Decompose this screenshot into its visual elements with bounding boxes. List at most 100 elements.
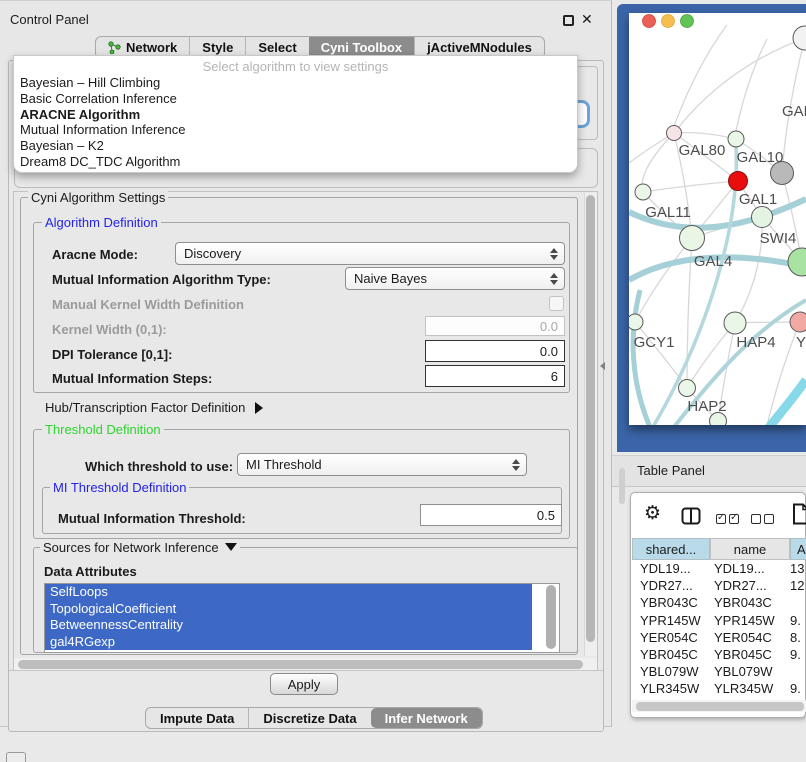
attribute-item-selected[interactable]: SelfLoops [45,584,532,601]
dpi-tolerance-field[interactable]: 0.0 [425,340,565,362]
algorithm-option[interactable]: Bayesian – Hill Climbing [14,75,577,91]
cyni-algorithm-settings-title: Cyni Algorithm Settings [28,191,168,204]
label-gal1: GAL1 [739,191,777,208]
tab-infer-network[interactable]: Infer Network [371,708,482,728]
attributes-list-scrollbar-thumb[interactable] [546,585,556,649]
label-hap4: HAP4 [736,334,775,351]
float-panel-icon[interactable] [563,15,574,26]
network-teal-edges [629,147,806,425]
manual-kernel-width-label: Manual Kernel Width Definition [52,297,244,312]
data-attributes-label: Data Attributes [44,564,137,579]
algorithm-definition-title: Algorithm Definition [42,216,161,229]
node-partial-salmon[interactable] [790,312,806,332]
which-threshold-label: Which threshold to use: [85,459,233,474]
stepper-icon [550,273,564,285]
which-threshold-value: MI Threshold [246,457,322,472]
mi-threshold-field[interactable]: 0.5 [420,504,562,526]
minimize-window-icon[interactable] [662,15,675,28]
algorithm-option[interactable]: Bayesian – K2 [14,138,577,154]
table-row[interactable]: YPR145WYPR145W9. [632,612,806,629]
manual-kernel-width-checkbox[interactable] [549,296,564,311]
node-gcy1[interactable] [629,314,643,330]
settings-horizontal-scrollbar-thumb[interactable] [18,660,583,669]
table-horizontal-scrollbar-thumb[interactable] [636,702,804,711]
kernel-width-field[interactable]: 0.0 [425,316,565,336]
hub-tf-definition-toggle[interactable]: Hub/Transcription Factor Definition [45,400,263,415]
node-partial-top[interactable] [793,26,806,50]
algorithm-option[interactable]: Mutual Information Inference [14,122,577,138]
node-hap4[interactable] [724,312,746,334]
threshold-definition-title: Threshold Definition [42,423,164,436]
algorithm-option-selected[interactable]: ARACNE Algorithm [14,107,577,123]
algorithm-option[interactable]: Dream8 DC_TDC Algorithm [14,154,577,170]
column-header-shared-name[interactable]: shared... [632,538,710,560]
attribute-item-selected[interactable]: gal4RGexp [45,634,532,651]
network-canvas[interactable]: GAL80 GAL10 GAL GAL1 GAL11 SWI4 GAL4 GCY… [629,13,806,425]
node-table-body: YDL19...YDL19...13 YDR27...YDR27...12 YB… [632,560,806,700]
panel-resize-arrow-icon[interactable] [600,362,605,370]
mi-algorithm-type-value: Naive Bayes [354,271,427,286]
label-swi4: SWI4 [760,230,797,247]
tab-discretize-data[interactable]: Discretize Data [248,708,370,728]
attribute-item-selected[interactable]: TopologicalCoefficient [45,601,532,618]
close-panel-icon[interactable]: ✕ [581,11,593,28]
table-row[interactable]: YBR043CYBR043C [632,594,806,611]
column-header-partial[interactable]: A [790,538,806,560]
tab-impute-data[interactable]: Impute Data [146,708,248,728]
deselect-all-icon[interactable] [751,511,777,529]
table-panel-title: Table Panel [637,463,705,478]
side-scrollbar-thumb[interactable] [619,468,625,504]
node-gal10[interactable] [728,131,744,147]
apply-button[interactable]: Apply [270,673,338,695]
table-row[interactable]: YBL079WYBL079W [632,663,806,680]
table-row[interactable]: YBR045CYBR045C9. [632,646,806,663]
aracne-mode-value: Discovery [184,246,241,261]
gear-icon[interactable]: ⚙ [644,504,661,523]
mi-steps-label: Mutual Information Steps: [52,371,212,386]
node-swi4[interactable] [752,207,773,228]
mi-algorithm-type-label: Mutual Information Algorithm Type: [52,272,271,287]
mi-threshold-definition-title: MI Threshold Definition [50,481,189,494]
tab-network-label: Network [126,40,177,55]
dpi-tolerance-label: DPI Tolerance [0,1]: [52,347,172,362]
expanded-arrow-icon [225,543,237,551]
algorithm-option[interactable]: Basic Correlation Inference [14,91,577,107]
table-row[interactable]: YDR27...YDR27...12 [632,577,806,594]
label-gal80: GAL80 [679,142,726,159]
network-view-window[interactable]: GAL80 GAL10 GAL GAL1 GAL11 SWI4 GAL4 GCY… [629,13,806,425]
label-gal11: GAL11 [645,204,691,221]
zoom-window-icon[interactable] [681,15,694,28]
label-gal-partial: GAL [782,103,806,120]
algorithm-dropdown-popup: Select algorithm to view settings Bayesi… [13,55,578,173]
settings-vertical-scrollbar-thumb[interactable] [586,195,595,642]
close-window-icon[interactable] [643,15,656,28]
stepper-icon [550,248,564,260]
column-header-name[interactable]: name [710,538,790,560]
split-columns-icon[interactable] [681,506,701,531]
node-gal80[interactable] [667,126,682,141]
node-partial-right-green[interactable] [788,248,806,276]
mi-algorithm-type-select[interactable]: Naive Bayes [345,267,565,290]
table-row[interactable]: YDL19...YDL19...13 [632,560,806,577]
divider [9,670,603,671]
sources-title[interactable]: Sources for Network Inference [40,541,240,554]
table-row[interactable]: YER054CYER054C8. [632,629,806,646]
which-threshold-select[interactable]: MI Threshold [237,453,527,476]
data-attributes-list[interactable]: SelfLoops TopologicalCoefficient Between… [44,583,560,653]
select-all-icon[interactable] [716,511,742,529]
table-row[interactable]: YLR345WYLR345W9. [632,680,806,697]
node-gal11[interactable] [635,184,651,200]
node-gal4[interactable] [680,226,705,251]
node-gal1-red[interactable] [729,172,748,191]
aracne-mode-select[interactable]: Discovery [175,242,565,265]
algorithm-placeholder: Select algorithm to view settings [14,56,577,75]
document-icon[interactable] [792,503,806,530]
attribute-item-selected[interactable]: BetweennessCentrality [45,617,532,634]
label-hap2: HAP2 [687,398,726,415]
network-tab-icon [108,41,121,54]
node-hap2[interactable] [679,380,696,397]
minimized-window-icon[interactable] [6,752,26,762]
cyni-bottom-tabs: Impute Data Discretize Data Infer Networ… [145,707,483,729]
control-panel-title: Control Panel [10,12,89,27]
mi-steps-field[interactable]: 6 [425,365,565,387]
